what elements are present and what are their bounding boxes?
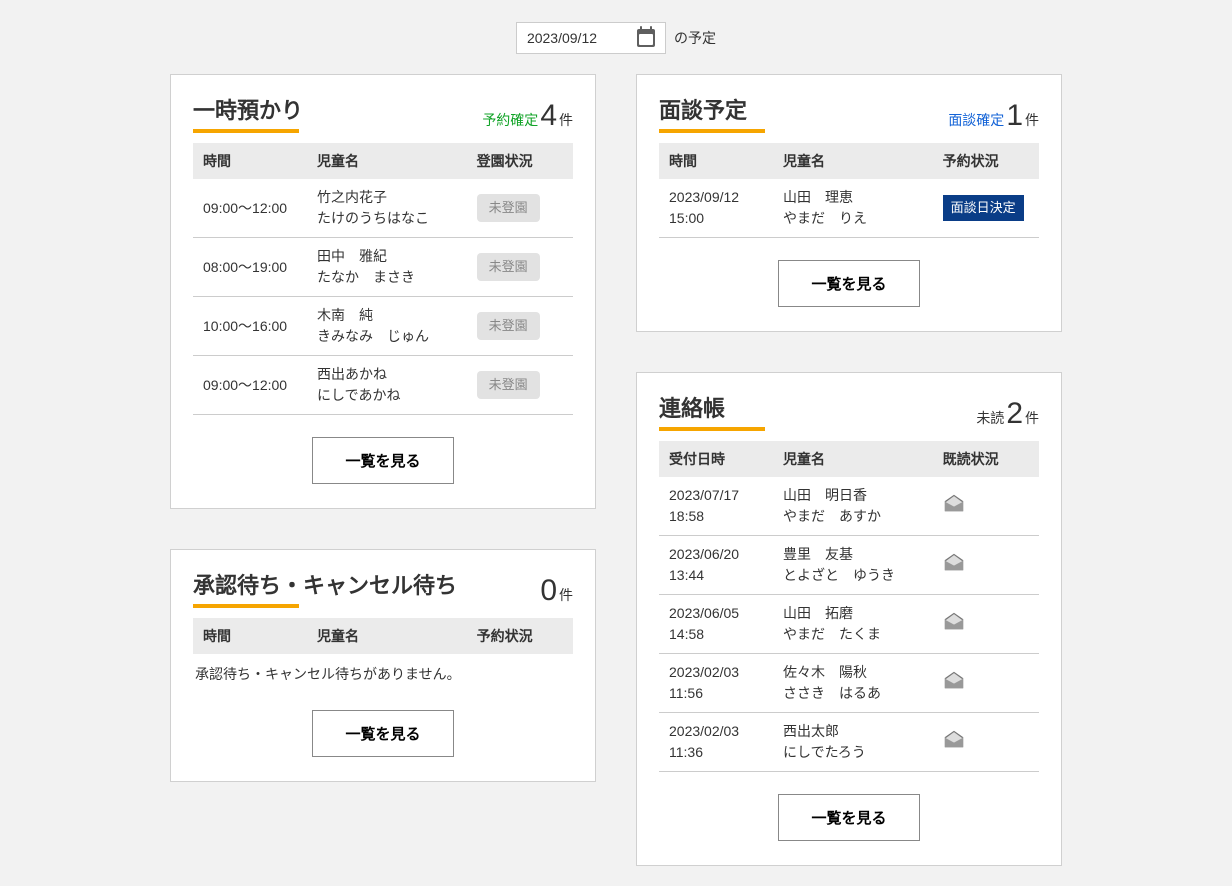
empty-message: 承認待ち・キャンセル待ちがありません。 (193, 654, 573, 688)
cell-child: 木南 純きみなみ じゅん (307, 297, 467, 356)
cell-child: 山田 明日香やまだ あすか (773, 477, 933, 536)
table-row: 2023/02/0311:56 佐々木 陽秋ささき はるあ (659, 654, 1039, 713)
envelope-icon (943, 611, 963, 627)
cell-time: 2023/06/0514:58 (659, 595, 773, 654)
view-list-button[interactable]: 一覧を見る (778, 794, 919, 841)
calendar-icon (637, 29, 655, 47)
card-temp-care: 一時預かり 予約確定 4 件 時間 児童名 登園状況 (170, 74, 596, 509)
table-row: 08:00～19:00 田中 雅紀たなか まさき 未登園 (193, 238, 573, 297)
view-list-button[interactable]: 一覧を見る (312, 437, 453, 484)
col-time: 時間 (193, 618, 307, 654)
table-row: 2023/06/0514:58 山田 拓磨やまだ たくま (659, 595, 1039, 654)
table-row: 10:00～16:00 木南 純きみなみ じゅん 未登園 (193, 297, 573, 356)
cell-status: 未登園 (467, 238, 573, 297)
col-status: 登園状況 (467, 143, 573, 179)
cell-time: 2023/07/1718:58 (659, 477, 773, 536)
count-label: 面談確定 (948, 110, 1004, 130)
envelope-icon (943, 729, 963, 745)
cell-child: 竹之内花子たけのうちはなこ (307, 179, 467, 238)
status-not-arrived: 未登園 (477, 371, 540, 399)
cell-status (933, 595, 1039, 654)
col-status: 予約状況 (467, 618, 573, 654)
cell-child: 山田 拓磨やまだ たくま (773, 595, 933, 654)
status-not-arrived: 未登園 (477, 312, 540, 340)
cell-status: 面談日決定 (933, 179, 1039, 238)
card-interview: 面談予定 面談確定 1 件 時間 児童名 予約状況 (636, 74, 1062, 332)
cell-time: 08:00～19:00 (193, 238, 307, 297)
cell-status (933, 654, 1039, 713)
count-number: 1 (1006, 101, 1023, 131)
date-value: 2023/09/12 (527, 30, 597, 46)
cell-time: 10:00～16:00 (193, 297, 307, 356)
cell-status (933, 713, 1039, 772)
cell-time: 2023/02/0311:56 (659, 654, 773, 713)
envelope-icon (943, 670, 963, 686)
cell-status (933, 536, 1039, 595)
cell-child: 西出あかねにしであかね (307, 356, 467, 415)
col-time: 時間 (193, 143, 307, 179)
cell-child: 山田 理恵やまだ りえ (773, 179, 933, 238)
status-interview-decided: 面談日決定 (943, 195, 1024, 221)
envelope-icon (943, 493, 963, 509)
col-time: 受付日時 (659, 441, 773, 477)
count-label: 予約確定 (482, 110, 538, 130)
count-unit: 件 (1025, 110, 1039, 130)
col-child: 児童名 (773, 441, 933, 477)
status-not-arrived: 未登園 (477, 253, 540, 281)
col-status: 予約状況 (933, 143, 1039, 179)
cell-status (933, 477, 1039, 536)
cell-time: 2023/02/0311:36 (659, 713, 773, 772)
card-pending: 承認待ち・キャンセル待ち 0 件 時間 児童名 予約状況 (170, 549, 596, 782)
count-unit: 件 (559, 110, 573, 130)
col-child: 児童名 (307, 143, 467, 179)
status-not-arrived: 未登園 (477, 194, 540, 222)
cell-time: 2023/09/1215:00 (659, 179, 773, 238)
col-status: 既読状況 (933, 441, 1039, 477)
count-number: 4 (540, 101, 557, 131)
cell-child: 西出太郎にしでたろう (773, 713, 933, 772)
cell-child: 田中 雅紀たなか まさき (307, 238, 467, 297)
count-label: 未読 (976, 408, 1004, 428)
count-number: 0 (540, 576, 557, 606)
card-title: 一時預かり (193, 93, 303, 131)
cell-status: 未登園 (467, 179, 573, 238)
view-list-button[interactable]: 一覧を見る (778, 260, 919, 307)
col-time: 時間 (659, 143, 773, 179)
table-row: 2023/06/2013:44 豊里 友基とよざと ゆうき (659, 536, 1039, 595)
table-row: 2023/09/1215:00 山田 理恵やまだ りえ 面談日決定 (659, 179, 1039, 238)
date-picker[interactable]: 2023/09/12 (516, 22, 666, 54)
cell-child: 豊里 友基とよざと ゆうき (773, 536, 933, 595)
envelope-icon (943, 552, 963, 568)
card-title: 連絡帳 (659, 391, 725, 429)
table-row: 09:00～12:00 竹之内花子たけのうちはなこ 未登園 (193, 179, 573, 238)
card-notebook: 連絡帳 未読 2 件 受付日時 児童名 既読状況 (636, 372, 1062, 866)
count-number: 2 (1006, 399, 1023, 429)
cell-time: 2023/06/2013:44 (659, 536, 773, 595)
cell-time: 09:00～12:00 (193, 356, 307, 415)
table-row: 2023/02/0311:36 西出太郎にしでたろう (659, 713, 1039, 772)
table-row: 2023/07/1718:58 山田 明日香やまだ あすか (659, 477, 1039, 536)
card-title: 面談予定 (659, 93, 747, 131)
col-child: 児童名 (307, 618, 467, 654)
cell-status: 未登園 (467, 297, 573, 356)
cell-time: 09:00～12:00 (193, 179, 307, 238)
date-suffix: の予定 (674, 28, 716, 48)
cell-child: 佐々木 陽秋ささき はるあ (773, 654, 933, 713)
view-list-button[interactable]: 一覧を見る (312, 710, 453, 757)
col-child: 児童名 (773, 143, 933, 179)
table-row: 09:00～12:00 西出あかねにしであかね 未登園 (193, 356, 573, 415)
cell-status: 未登園 (467, 356, 573, 415)
count-unit: 件 (559, 585, 573, 605)
card-title: 承認待ち・キャンセル待ち (193, 568, 457, 606)
count-unit: 件 (1025, 408, 1039, 428)
